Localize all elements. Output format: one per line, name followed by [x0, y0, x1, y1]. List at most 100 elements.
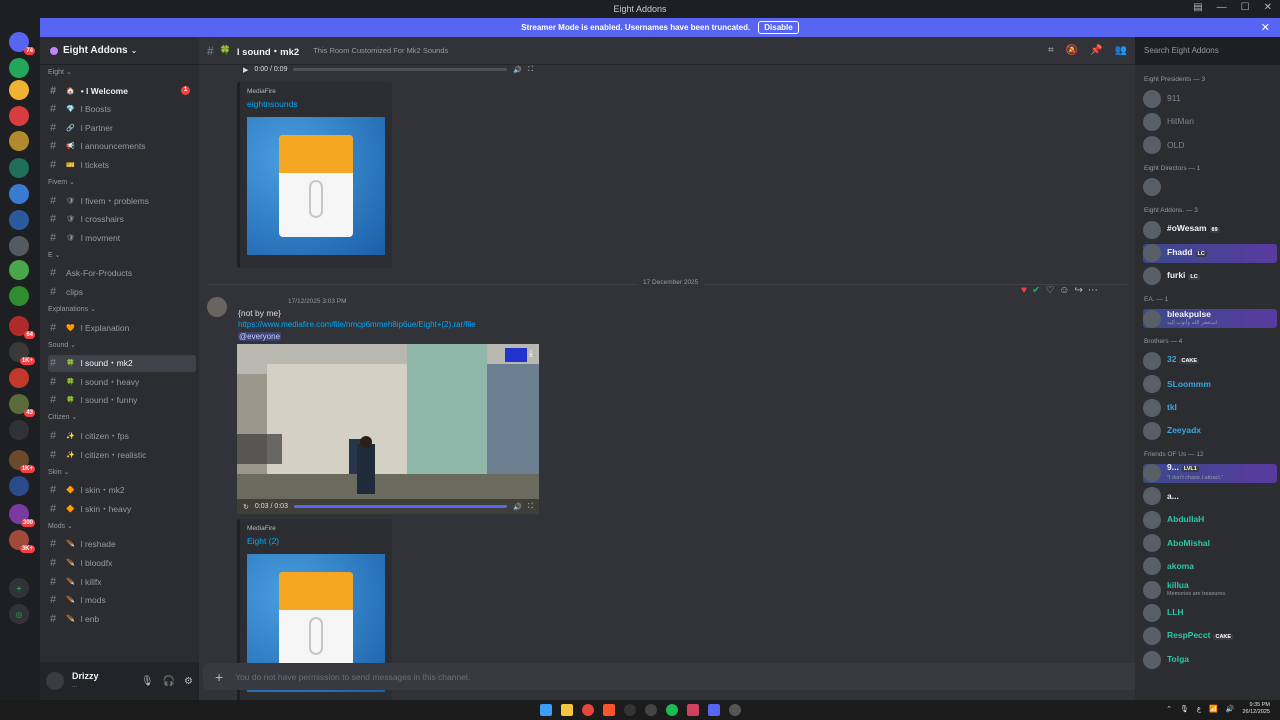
clock[interactable]: 9:35 PM 26/12/2025	[1242, 702, 1270, 716]
member-item[interactable]: RespPecct CAKE	[1143, 627, 1275, 646]
member-item[interactable]: a...	[1143, 487, 1275, 506]
category-e[interactable]: E ⌄	[48, 251, 60, 259]
server-icon[interactable]	[9, 158, 29, 178]
channel-item[interactable]: # ✨ l citizen・fps	[48, 427, 196, 444]
heart-reaction-icon[interactable]: ♥	[1021, 285, 1027, 296]
member-item[interactable]: bleakpulse استغفر الله وأتوب إليه	[1143, 309, 1277, 329]
app-icon[interactable]	[728, 704, 741, 716]
member-item[interactable]: SLoommm	[1143, 375, 1275, 394]
search-input[interactable]: Search Eight Addons	[1139, 42, 1273, 60]
app-icon[interactable]	[686, 704, 699, 716]
channel-item[interactable]: # 💎 l Boosts	[48, 101, 196, 118]
category-citizen[interactable]: Citizen ⌄	[48, 413, 77, 421]
server-icon[interactable]	[9, 236, 29, 256]
disable-button[interactable]: Disable	[758, 21, 799, 34]
headphones-icon[interactable]: 🎧	[163, 676, 175, 687]
more-options-icon[interactable]: ⋯	[1088, 285, 1098, 296]
server-header[interactable]: Eight Addons ⌄	[40, 37, 199, 65]
fullscreen-icon[interactable]: ⛶	[528, 503, 533, 511]
channel-item[interactable]: # 📢 l announcements	[48, 138, 196, 155]
member-item[interactable]: Fhadd LC	[1143, 243, 1277, 263]
embed-thumbnail[interactable]	[247, 117, 385, 255]
server-icon[interactable]	[9, 58, 29, 78]
replay-icon[interactable]: ↻	[243, 503, 249, 511]
volume-icon[interactable]: 🔊	[1226, 705, 1235, 713]
video-seek-bar[interactable]	[293, 505, 508, 508]
avatar[interactable]	[46, 672, 64, 690]
category-fivem[interactable]: Fivem ⌄	[48, 178, 75, 186]
download-icon[interactable]: ⤓	[529, 348, 533, 359]
start-icon[interactable]	[539, 704, 552, 716]
channel-item[interactable]: # 🍀 l sound・heavy	[48, 373, 196, 390]
server-icon[interactable]	[9, 260, 29, 280]
server-icon[interactable]: 3K+	[9, 530, 35, 553]
channel-item[interactable]: # 🪶 l bloodfx	[48, 554, 196, 571]
category-sound[interactable]: Sound ⌄	[48, 341, 76, 349]
close-button[interactable]: ✕	[1264, 2, 1272, 13]
member-item[interactable]: Zeeyadx	[1143, 421, 1275, 440]
channel-item[interactable]: # 🍀 l sound・mk2	[48, 354, 196, 372]
mic-icon[interactable]: 🎙	[1180, 705, 1189, 713]
white-heart-reaction-icon[interactable]: ♡	[1045, 285, 1054, 296]
language-indicator[interactable]: ع	[1197, 705, 1201, 713]
server-icon[interactable]	[9, 80, 29, 100]
mic-icon[interactable]: 🎙	[141, 676, 154, 687]
member-item[interactable]: HitMan	[1143, 112, 1275, 131]
category-eight[interactable]: Eight ⌄	[48, 68, 72, 76]
server-icon[interactable]	[9, 106, 29, 126]
channel-item[interactable]: # 🎫 l tickets	[48, 156, 196, 173]
chevron-up-icon[interactable]: ⌃	[1166, 705, 1172, 713]
server-icon[interactable]	[9, 286, 29, 306]
channel-item[interactable]: # 🛡 l crosshairs	[48, 211, 196, 228]
member-item[interactable]	[1143, 178, 1275, 197]
server-icon[interactable]	[9, 476, 29, 496]
server-icon[interactable]	[9, 210, 29, 230]
member-item[interactable]: furki LC	[1143, 267, 1275, 286]
spotify-icon[interactable]	[665, 704, 678, 716]
channel-item[interactable]: # 🪶 l mods	[48, 592, 196, 609]
server-icon[interactable]: 1K+	[9, 450, 35, 473]
settings-gear-icon[interactable]: ⚙	[184, 676, 193, 687]
embed-title-link[interactable]: eightnsounds	[247, 99, 385, 109]
server-icon[interactable]	[9, 131, 29, 151]
category-mods[interactable]: Mods ⌄	[48, 522, 73, 530]
category-explanations[interactable]: Explanations ⌄	[48, 305, 96, 313]
channel-item[interactable]: # 🔗 l Partner	[48, 119, 196, 136]
server-icon[interactable]: 300	[9, 504, 35, 527]
embed-title-link[interactable]: Eight (2)	[247, 536, 385, 546]
fullscreen-icon[interactable]: ⛶	[528, 66, 533, 74]
channel-item[interactable]: # 🧡 l Explanation	[48, 319, 196, 336]
member-item[interactable]: LLH	[1143, 603, 1275, 622]
channel-item[interactable]: # 🔶 l skin・mk2	[48, 482, 196, 499]
add-reaction-icon[interactable]: ☺	[1059, 285, 1069, 296]
channel-item[interactable]: # 🏠 • l Welcome 1	[48, 82, 196, 99]
channel-item[interactable]: # 🪶 l reshade	[48, 536, 196, 553]
chrome-icon[interactable]	[581, 704, 594, 716]
banner-close-icon[interactable]: ✕	[1261, 21, 1270, 34]
threads-icon[interactable]: ⌗	[1048, 45, 1054, 56]
inbox-icon[interactable]: ▤	[1193, 2, 1202, 13]
wifi-icon[interactable]: 📶	[1209, 705, 1218, 713]
member-item[interactable]: killua Memories are treasures.	[1143, 580, 1275, 599]
notification-bell-icon[interactable]: 🔕	[1066, 45, 1078, 56]
channel-item[interactable]: # clips	[48, 283, 196, 300]
file-explorer-icon[interactable]	[560, 704, 573, 716]
server-icon[interactable]: 74	[9, 32, 35, 55]
pin-icon[interactable]: 📌	[1090, 45, 1102, 56]
member-list-icon[interactable]: 👥	[1115, 45, 1127, 56]
server-icon[interactable]	[9, 184, 29, 204]
channel-item[interactable]: # 🪶 l killfx	[48, 573, 196, 590]
channel-item[interactable]: # 🛡 l movment	[48, 229, 196, 246]
volume-icon[interactable]: 🔊	[513, 66, 522, 74]
server-icon[interactable]	[9, 368, 29, 388]
video-attachment[interactable]: ↻ 0:03 / 0:03 🔊 ⛶ ⤓	[237, 344, 539, 514]
app-icon[interactable]	[623, 704, 636, 716]
member-item[interactable]: 9... LVL1 "I don't chase I attract."	[1143, 463, 1277, 483]
category-skin[interactable]: Skin ⌄	[48, 468, 69, 476]
server-icon[interactable]: 1K+	[9, 342, 35, 365]
member-item[interactable]: tkl	[1143, 398, 1275, 417]
member-item[interactable]: OLD	[1143, 136, 1275, 155]
server-icon[interactable]: 64	[9, 316, 35, 339]
channel-item[interactable]: # 🍀 l sound・funny	[48, 392, 196, 409]
volume-icon[interactable]: 🔊	[513, 503, 522, 511]
